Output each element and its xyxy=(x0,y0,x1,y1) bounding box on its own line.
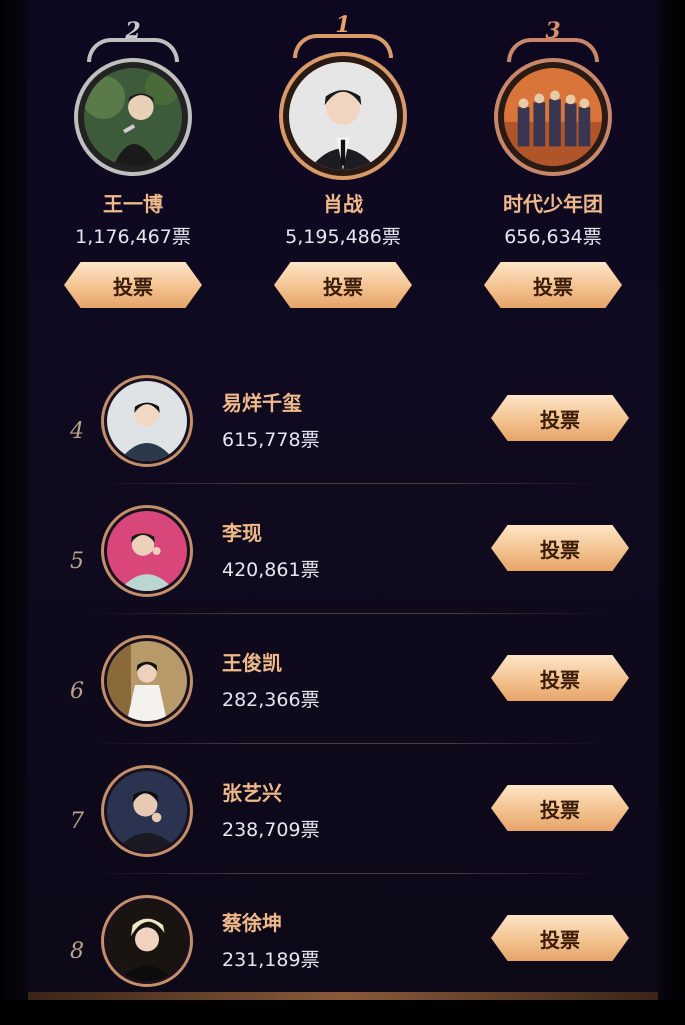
avatar-frame xyxy=(101,505,193,597)
artist-name: 蔡徐坤 xyxy=(222,911,282,935)
avatar-frame xyxy=(279,52,407,180)
avatar[interactable] xyxy=(107,641,187,721)
artist-name: 肖战 xyxy=(323,192,363,216)
vote-count: 615,778票 xyxy=(222,429,320,451)
rank-number: 5 xyxy=(70,549,84,574)
right-margin xyxy=(658,0,685,1000)
artist-name: 李现 xyxy=(222,521,262,545)
artist-name: 易烊千玺 xyxy=(222,391,302,415)
rank-number: 6 xyxy=(70,679,84,704)
divider xyxy=(88,873,608,874)
vote-count: 238,709票 xyxy=(222,819,320,841)
vote-button[interactable]: 投票 xyxy=(484,262,622,308)
avatar[interactable] xyxy=(107,901,187,981)
vote-count: 1,176,467票 xyxy=(75,226,191,248)
list-item: 8 蔡徐坤 231,189票 投票 xyxy=(28,895,658,1025)
divider xyxy=(88,483,608,484)
vote-button[interactable]: 投票 xyxy=(274,262,412,308)
avatar-frame xyxy=(101,895,193,987)
vote-count: 656,634票 xyxy=(504,226,602,248)
list-item: 5 李现 420,861票 投票 xyxy=(28,505,658,635)
avatar-frame xyxy=(101,635,193,727)
vote-button[interactable]: 投票 xyxy=(491,785,629,831)
vote-count: 420,861票 xyxy=(222,559,320,581)
list-item: 7 张艺兴 238,709票 投票 xyxy=(28,765,658,895)
vote-button[interactable]: 投票 xyxy=(491,655,629,701)
vote-button[interactable]: 投票 xyxy=(64,262,202,308)
avatar-frame xyxy=(74,58,192,176)
vote-count: 5,195,486票 xyxy=(285,226,401,248)
rank-number: 8 xyxy=(70,939,84,964)
rank-number: 4 xyxy=(70,419,84,444)
divider xyxy=(88,743,608,744)
vote-button[interactable]: 投票 xyxy=(491,395,629,441)
divider xyxy=(88,613,608,614)
bottom-accent-bar xyxy=(28,992,658,1000)
avatar[interactable] xyxy=(107,511,187,591)
vote-count: 282,366票 xyxy=(222,689,320,711)
avatar-frame xyxy=(494,58,612,176)
avatar[interactable] xyxy=(84,68,182,166)
avatar-frame xyxy=(101,765,193,857)
list-item: 6 王俊凯 282,366票 投票 xyxy=(28,635,658,765)
avatar[interactable] xyxy=(504,68,602,166)
vote-count: 231,189票 xyxy=(222,949,320,971)
vote-button[interactable]: 投票 xyxy=(491,525,629,571)
artist-name: 王一博 xyxy=(103,192,163,216)
rank-number: 7 xyxy=(70,809,84,834)
artist-name: 张艺兴 xyxy=(222,781,282,805)
left-margin xyxy=(0,0,28,1000)
list-item: 4 易烊千玺 615,778票 投票 xyxy=(28,375,658,505)
avatar[interactable] xyxy=(289,62,397,170)
vote-button[interactable]: 投票 xyxy=(491,915,629,961)
artist-name: 时代少年团 xyxy=(503,192,603,216)
avatar[interactable] xyxy=(107,771,187,851)
artist-name: 王俊凯 xyxy=(222,651,282,675)
avatar-frame xyxy=(101,375,193,467)
avatar[interactable] xyxy=(107,381,187,461)
